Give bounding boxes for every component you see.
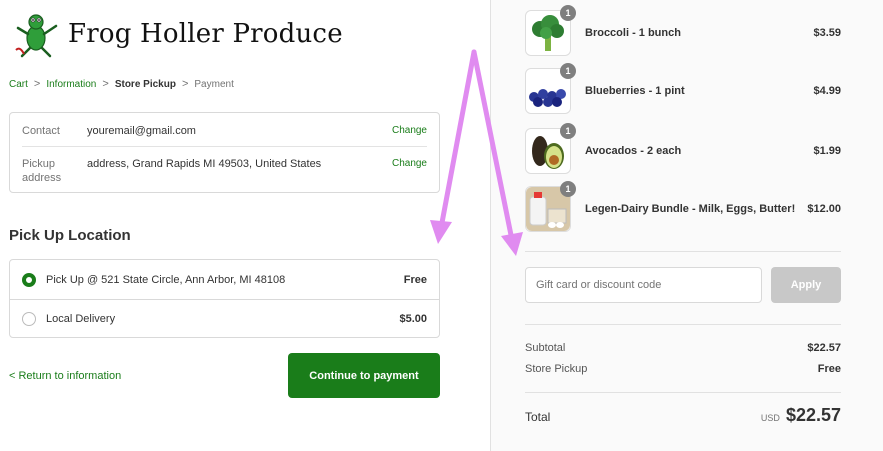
breadcrumb: Cart > Information > Store Pickup > Paym…	[9, 78, 234, 90]
radio-unselected-icon[interactable]	[22, 312, 36, 326]
item-name: Legen-Dairy Bundle - Milk, Eggs, Butter!	[585, 203, 796, 215]
cart-item: 1 Blueberries - 1 pint $4.99	[525, 63, 841, 114]
item-price: $4.99	[813, 85, 841, 97]
cart-item: 1 Legen-Dairy Bundle - Milk, Eggs, Butte…	[525, 181, 841, 232]
apply-discount-button[interactable]: Apply	[771, 267, 841, 303]
subtotal-label: Subtotal	[525, 342, 566, 354]
cart-item: 1 Avocados - 2 each $1.99	[525, 123, 841, 174]
brand-name: Frog Holler Produce	[68, 19, 343, 49]
pickup-location-title: Pick Up Location	[9, 227, 131, 244]
brand-logo[interactable]: Frog Holler Produce	[14, 10, 343, 58]
chevron-right-icon: >	[102, 78, 109, 90]
breadcrumb-payment: Payment	[194, 78, 234, 90]
option-price: Free	[403, 273, 427, 286]
pickup-address-row: Pickup address address, Grand Rapids MI …	[22, 157, 427, 185]
review-divider	[22, 146, 427, 147]
breadcrumb-cart[interactable]: Cart	[9, 79, 28, 90]
total-label: Total	[525, 410, 551, 424]
shipping-row: Store Pickup Free	[525, 363, 841, 375]
product-thumbnail: 1	[525, 63, 576, 114]
total-value: $22.57	[785, 405, 841, 425]
pickup-option-local-delivery[interactable]: Local Delivery $5.00	[10, 299, 439, 338]
cart-item: 1 Broccoli - 1 bunch $3.59	[525, 5, 841, 56]
pickup-address-label: Pickup address	[22, 158, 62, 184]
subtotal-row: Subtotal $22.57	[525, 342, 841, 354]
quantity-badge: 1	[560, 5, 576, 21]
frog-logo-icon	[15, 14, 58, 58]
summary-divider	[525, 392, 841, 393]
option-price: $5.00	[399, 313, 427, 325]
item-price: $1.99	[813, 145, 841, 157]
review-box: Contact youremail@gmail.com Change Picku…	[9, 112, 440, 193]
discount-code-input[interactable]: Gift card or discount code	[525, 267, 762, 303]
chevron-right-icon: >	[33, 78, 41, 90]
item-name: Blueberries - 1 pint	[585, 85, 685, 97]
contact-row: Contact youremail@gmail.com Change	[22, 124, 427, 138]
continue-to-payment-button[interactable]: Continue to payment	[288, 353, 440, 398]
change-pickup-address-link[interactable]: Change	[392, 157, 427, 185]
item-price: $12.00	[807, 203, 841, 215]
breadcrumb-information[interactable]: Information	[46, 79, 96, 90]
product-thumbnail: 1	[525, 123, 576, 174]
contact-value: youremail@gmail.com	[87, 125, 196, 137]
item-price: $3.59	[813, 27, 841, 39]
quantity-badge: 1	[560, 123, 576, 139]
option-label: Pick Up @ 521 State Circle, Ann Arbor, M…	[46, 273, 286, 286]
order-summary: 1 Broccoli - 1 bunch $3.59 1 Blueberries…	[490, 0, 883, 451]
radio-selected-icon[interactable]	[22, 272, 36, 287]
total-row: Total USD $22.57	[525, 405, 841, 426]
quantity-badge: 1	[560, 181, 576, 197]
summary-divider	[525, 251, 841, 252]
shipping-label: Store Pickup	[525, 363, 588, 375]
breadcrumb-store-pickup: Store Pickup	[114, 78, 176, 90]
pickup-option-state-circle[interactable]: Pick Up @ 521 State Circle, Ann Arbor, M…	[10, 260, 439, 299]
return-to-information-link[interactable]: < Return to information	[9, 370, 121, 382]
shipping-value: Free	[817, 363, 841, 375]
item-name: Avocados - 2 each	[585, 145, 682, 157]
item-name: Broccoli - 1 bunch	[585, 27, 681, 39]
contact-label: Contact	[22, 125, 60, 137]
product-thumbnail: 1	[525, 5, 576, 56]
pickup-options: Pick Up @ 521 State Circle, Ann Arbor, M…	[9, 259, 440, 338]
summary-divider	[525, 324, 841, 325]
pickup-address-value: address, Grand Rapids MI 49503, United S…	[87, 158, 322, 170]
change-contact-link[interactable]: Change	[392, 124, 427, 138]
subtotal-value: $22.57	[807, 342, 841, 354]
product-thumbnail: 1	[525, 181, 576, 232]
chevron-right-icon: >	[181, 78, 189, 90]
quantity-badge: 1	[560, 63, 576, 79]
option-label: Local Delivery	[46, 313, 116, 325]
checkout-main: Frog Holler Produce Cart > Information >…	[0, 0, 490, 451]
currency-code: USD	[760, 413, 780, 423]
